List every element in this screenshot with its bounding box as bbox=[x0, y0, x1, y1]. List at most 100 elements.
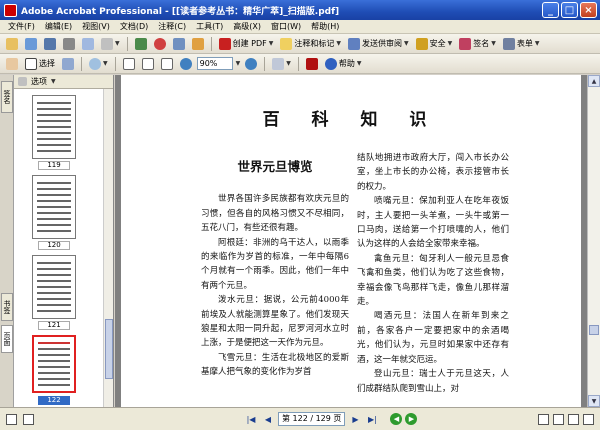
comment-markup-button[interactable]: 注释和标记 ▼ bbox=[278, 36, 343, 52]
thumbnail-label-selected: 122 bbox=[38, 396, 70, 405]
help-button[interactable]: 帮助 ▼ bbox=[323, 56, 364, 72]
acrobat-logo-icon bbox=[4, 3, 17, 17]
close-button[interactable]: × bbox=[580, 2, 597, 18]
thumbnail-label: 121 bbox=[38, 321, 70, 330]
left-column: 世界元旦博览 世界各国许多民族都有欢庆元旦的习惯，但各自的风格习惯又不尽相同，五… bbox=[201, 150, 349, 380]
menu-window[interactable]: 窗口(W) bbox=[267, 21, 305, 32]
menu-document[interactable]: 文档(D) bbox=[116, 21, 152, 32]
document-view[interactable]: 百 科 知 识 世界元旦博览 世界各国许多民族都有欢庆元旦的习惯，但各自的风格习… bbox=[115, 75, 587, 407]
continuous-facing-icon[interactable] bbox=[583, 413, 594, 425]
pages-panel: 选项 ▼ 119 120 121 122 bbox=[14, 75, 114, 407]
thumbnail-label: 119 bbox=[38, 161, 70, 170]
scroll-up-button[interactable]: ▲ bbox=[588, 75, 600, 87]
pdf-icon bbox=[218, 37, 231, 50]
thumbnail-page[interactable] bbox=[32, 95, 76, 159]
plus-icon bbox=[245, 57, 258, 70]
stop-button[interactable] bbox=[152, 36, 168, 52]
paragraph: 禽鱼元旦：匈牙利人一般元旦忌食飞禽和鱼类，他们认为吃了这些食物，幸福会像飞鸟那样… bbox=[357, 253, 509, 308]
search-button[interactable] bbox=[171, 36, 187, 52]
yahoo-button[interactable] bbox=[304, 56, 320, 72]
rotate-button[interactable]: ▼ bbox=[270, 56, 293, 72]
send-review-button[interactable]: 发送供审阅 ▼ bbox=[346, 36, 411, 52]
options-menu[interactable]: 选项 bbox=[31, 76, 47, 87]
find-button[interactable] bbox=[190, 36, 206, 52]
open-button[interactable] bbox=[4, 36, 20, 52]
thumbnail-page-selected[interactable] bbox=[32, 335, 76, 393]
zoom-in-button[interactable] bbox=[243, 56, 259, 72]
maximize-button[interactable]: □ bbox=[561, 2, 578, 18]
tab-pages[interactable]: 页面 bbox=[1, 325, 13, 353]
tab-bookmarks[interactable]: 书签 bbox=[1, 293, 13, 321]
menu-advanced[interactable]: 高级(X) bbox=[229, 21, 265, 32]
document-scrollbar[interactable]: ▲ ▼ bbox=[587, 75, 600, 407]
thumbnail-scroll-thumb[interactable] bbox=[105, 319, 113, 379]
rotate-icon bbox=[272, 57, 285, 70]
paragraph: 喷嘴元旦：保加利亚人在吃年夜饭时，主人要把一头羊煮，一头牛或第一口马肉，送给第一… bbox=[357, 196, 509, 250]
fit-width-button[interactable] bbox=[159, 56, 175, 72]
thumbnail-page[interactable] bbox=[32, 175, 76, 239]
fit-page-button[interactable] bbox=[140, 56, 156, 72]
paragraph: 世界各国许多民族都有欢庆元旦的习惯，但各自的风格习惯又不尽相同，五花八门，有些还… bbox=[201, 194, 349, 234]
window-controls: _ □ × bbox=[542, 2, 597, 18]
menu-comments[interactable]: 注释(C) bbox=[154, 21, 190, 32]
page-size-icon[interactable] bbox=[6, 413, 17, 425]
create-button[interactable] bbox=[23, 36, 39, 52]
panel-toggle-icon[interactable] bbox=[23, 413, 34, 425]
menu-help[interactable]: 帮助(H) bbox=[307, 21, 343, 32]
snapshot-icon bbox=[134, 37, 147, 50]
forms-button[interactable]: 表单 ▼ bbox=[501, 36, 542, 52]
pdf-page: 百 科 知 识 世界元旦博览 世界各国许多民族都有欢庆元旦的习惯，但各自的风格习… bbox=[121, 75, 581, 407]
print-button[interactable] bbox=[61, 36, 77, 52]
secure-button[interactable]: 安全 ▼ bbox=[414, 36, 455, 52]
yahoo-icon bbox=[305, 57, 318, 70]
menu-edit[interactable]: 编辑(E) bbox=[41, 21, 76, 32]
find-icon bbox=[191, 37, 204, 50]
help-icon bbox=[324, 57, 337, 70]
sign-button[interactable]: 签名 ▼ bbox=[457, 36, 498, 52]
next-view-button[interactable]: ▶ bbox=[405, 413, 418, 425]
single-page-icon[interactable] bbox=[538, 413, 549, 425]
attach-button[interactable]: ▼ bbox=[99, 36, 122, 52]
next-page-button[interactable]: ▶ bbox=[348, 412, 362, 426]
menu-view[interactable]: 视图(V) bbox=[78, 21, 114, 32]
thumbnail-scrollbar[interactable] bbox=[103, 89, 113, 407]
save-button[interactable] bbox=[42, 36, 58, 52]
disk-icon bbox=[44, 37, 56, 50]
tab-signatures[interactable]: 签名 bbox=[1, 81, 13, 113]
page-number-input[interactable]: 第 122 / 129 页 bbox=[278, 412, 346, 426]
facing-icon[interactable] bbox=[568, 413, 579, 425]
stop-icon bbox=[153, 37, 166, 50]
minimize-button[interactable]: _ bbox=[542, 2, 559, 18]
menu-tools[interactable]: 工具(T) bbox=[192, 21, 227, 32]
camera-icon bbox=[62, 57, 74, 70]
select-tool-button[interactable]: 选择 bbox=[23, 56, 57, 72]
create-pdf-button[interactable]: 创建 PDF ▼ bbox=[217, 36, 276, 52]
hand-tool-button[interactable] bbox=[4, 56, 20, 72]
actual-size-button[interactable] bbox=[121, 56, 137, 72]
right-column: 结队地拥进市政府大厅，闯入市长办公室，坐上市长的办公椅，表示接管市长的权力。 喷… bbox=[357, 151, 509, 396]
paragraph: 喝酒元旦：法国人在新年到来之前，各家各户一定要把家中的余酒喝光，他们认为，元旦时… bbox=[357, 311, 509, 365]
first-page-button[interactable]: |◀ bbox=[244, 412, 258, 426]
snapshot-button[interactable] bbox=[133, 36, 149, 52]
continuous-icon[interactable] bbox=[553, 413, 564, 425]
document-scroll-thumb[interactable] bbox=[589, 325, 599, 335]
folder-open-icon bbox=[6, 37, 18, 50]
snapshot-tool-button[interactable] bbox=[60, 56, 76, 72]
menu-file[interactable]: 文件(F) bbox=[4, 21, 39, 32]
secondary-toolbar: 选择 ▼ 90% ▼ ▼ 帮助 ▼ bbox=[0, 54, 600, 74]
zoom-dropdown-arrow[interactable]: ▼ bbox=[236, 60, 241, 67]
last-page-button[interactable]: ▶| bbox=[365, 412, 379, 426]
previous-view-button[interactable]: ◀ bbox=[390, 413, 403, 425]
trash-icon[interactable] bbox=[18, 77, 27, 86]
printer-icon bbox=[63, 37, 75, 50]
note-icon bbox=[280, 37, 293, 50]
email-button[interactable] bbox=[80, 36, 96, 52]
form-icon bbox=[502, 37, 515, 50]
zoom-level-input[interactable]: 90% bbox=[196, 57, 233, 70]
page-navigation: |◀ ◀ 第 122 / 129 页 ▶ ▶| ◀ ▶ bbox=[244, 412, 418, 426]
thumbnail-page[interactable] bbox=[32, 255, 76, 319]
zoom-out-button[interactable] bbox=[178, 56, 194, 72]
scroll-down-button[interactable]: ▼ bbox=[588, 395, 600, 407]
previous-page-button[interactable]: ◀ bbox=[261, 412, 275, 426]
zoom-tool-button[interactable]: ▼ bbox=[87, 56, 110, 72]
